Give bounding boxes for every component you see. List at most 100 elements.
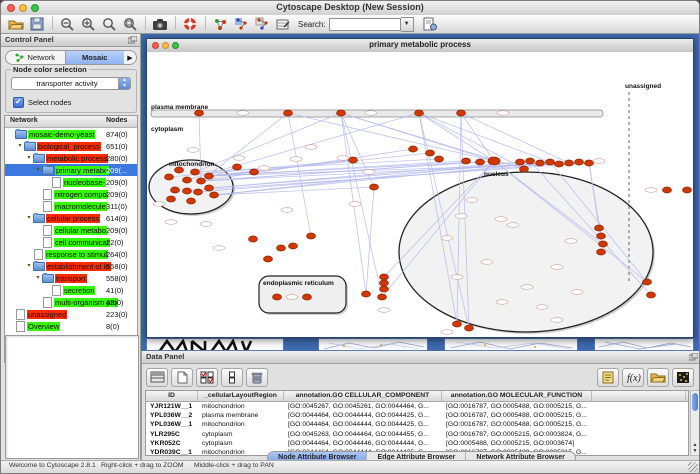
graph-node[interactable] [409,146,418,152]
float-panel-icon[interactable] [128,36,137,44]
attribute-matrix-button[interactable] [672,368,694,387]
graph-node[interactable] [516,159,525,165]
graph-node[interactable] [663,187,672,193]
tree-row[interactable]: ▾transport558(0) [5,272,137,284]
graph-node[interactable] [187,198,196,204]
table-row[interactable]: YPL036W__2plasma membrane[GO:0044464, GO… [146,411,688,420]
graph-node[interactable] [555,161,564,167]
graph-node[interactable] [273,294,282,300]
tab-overflow-arrow[interactable]: ▶ [124,54,136,62]
graph-node[interactable] [264,256,273,262]
graph-node[interactable] [585,160,594,166]
graph-node[interactable] [526,158,535,164]
tree-row[interactable]: ▾metabolic process280(0) [5,152,137,164]
expand-triangle-icon[interactable]: ▾ [25,152,33,164]
attribute-notes-button[interactable] [597,368,619,387]
zoom-fit-button[interactable] [120,16,140,33]
zoom-in-button[interactable] [78,16,98,33]
graph-node[interactable] [349,157,358,163]
background-view-window[interactable] [318,338,428,351]
network-graph[interactable]: plasma membranecytoplasmmitochondrionnuc… [147,52,693,337]
resize-grip[interactable] [688,462,698,472]
import-attributes-button[interactable] [420,16,440,33]
graph-node[interactable] [205,173,214,179]
graph-node[interactable] [435,156,444,162]
graph-node[interactable] [457,110,466,116]
attribute-columns-button[interactable] [146,368,168,387]
graph-node[interactable] [284,110,293,116]
graph-node[interactable] [595,225,604,231]
background-view-window[interactable] [594,338,694,351]
tree-row[interactable]: unassigned223(0) [5,308,137,320]
column-header[interactable]: _cellularLayoutRegion [198,391,284,401]
graph-node[interactable] [337,110,346,116]
tree-row[interactable]: ▾cellular process614(0) [5,212,137,224]
zoom-selected-button[interactable] [99,16,119,33]
function-builder-button[interactable]: f(x) [622,368,644,387]
node-color-dropdown[interactable]: transporter activity ▲▼ [11,77,131,90]
column-header[interactable]: annotation.GO CELLULAR_COMPONENT [284,391,442,401]
column-header[interactable]: ID [146,391,198,401]
zoom-out-button[interactable] [57,16,77,33]
search-dropdown-arrow[interactable]: ▼ [401,17,414,32]
unselect-attributes-button[interactable] [221,368,243,387]
graph-node[interactable] [536,160,545,166]
column-header[interactable]: annotation.GO MOLECULAR_FUNCTION [442,391,592,401]
graph-node[interactable] [643,279,652,285]
tab-mosaic[interactable]: Mosaic [65,51,125,64]
expand-triangle-icon[interactable]: ▾ [34,164,42,176]
graph-node[interactable] [307,233,316,239]
tree-row[interactable]: response to stimul264(0) [5,248,137,260]
graph-node[interactable] [210,192,219,198]
help-ring-button[interactable] [180,16,200,33]
tree-row[interactable]: nitrogen compo209(0) [5,188,137,200]
graph-node[interactable] [289,243,298,249]
scrollbar-thumb[interactable] [692,393,698,411]
expand-triangle-icon[interactable]: ▾ [16,140,24,152]
tree-row[interactable]: cellular metabo209(0) [5,224,137,236]
graph-edge[interactable] [288,113,494,161]
network-view-b-button[interactable] [252,16,272,33]
save-button[interactable] [27,16,47,33]
tree-row[interactable]: macromolecule311(0) [5,200,137,212]
delete-attribute-button[interactable] [246,368,268,387]
graph-node[interactable] [683,187,692,193]
graph-node[interactable] [191,169,200,175]
graph-edge[interactable] [366,187,374,294]
graph-edge[interactable] [214,187,374,195]
graph-node[interactable] [575,159,584,165]
graph-node[interactable] [233,164,242,170]
tree-row[interactable]: secretion41(0) [5,284,137,296]
expand-triangle-icon[interactable]: ▾ [25,212,33,224]
graph-node[interactable] [362,291,371,297]
network-canvas[interactable]: plasma membranecytoplasmmitochondrionnuc… [147,52,693,337]
table-row[interactable]: YKR052Ccytoplasm[GO:0044464, GO:0044446,… [146,439,688,448]
new-attribute-button[interactable] [171,368,193,387]
new-network-button[interactable] [210,16,230,33]
app-titlebar[interactable]: Cytoscape Desktop (New Session) [1,1,699,16]
background-view-window[interactable] [444,338,578,351]
graph-node[interactable] [183,177,192,183]
graph-node[interactable] [197,178,206,184]
graph-node[interactable] [465,325,474,331]
tree-row[interactable]: nucleobase-209(0) [5,176,137,188]
graph-node[interactable] [380,286,389,292]
graph-node[interactable] [488,157,500,165]
graph-node[interactable] [462,158,471,164]
graph-node[interactable] [415,110,424,116]
select-attributes-button[interactable] [196,368,218,387]
graph-node[interactable] [597,249,606,255]
table-row[interactable]: YLR295Ccytoplasm[GO:0045263, GO:0044464,… [146,430,688,439]
import-attribute-file-button[interactable] [647,368,669,387]
tree-row[interactable]: cell communicat22(0) [5,236,137,248]
tab-network[interactable]: Network [6,51,65,64]
graph-node[interactable] [597,233,606,239]
graph-node[interactable] [565,160,574,166]
snapshot-button[interactable] [150,16,170,33]
expand-triangle-icon[interactable]: ▾ [34,272,42,284]
graph-node[interactable] [380,274,389,280]
column-header[interactable] [592,391,686,401]
network-view-a-button[interactable] [231,16,251,33]
graph-node[interactable] [194,189,203,195]
network-view-titlebar[interactable]: primary metabolic process [147,39,693,53]
